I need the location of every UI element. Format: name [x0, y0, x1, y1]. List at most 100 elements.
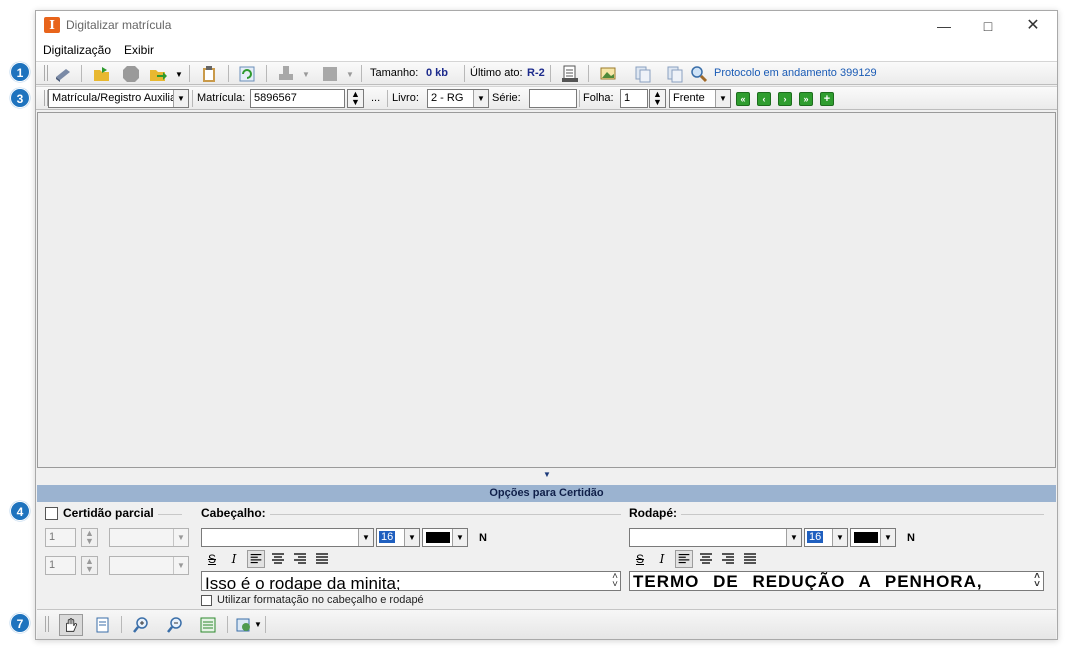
chevron-down-icon[interactable]: ▼	[715, 90, 730, 107]
chevron-down-icon[interactable]: ▼	[786, 529, 801, 546]
parcial-from-select[interactable]: ▼	[109, 528, 189, 547]
rodape-size-select[interactable]: 16 ▼	[804, 528, 848, 547]
parcial-to-input[interactable]: 1	[45, 556, 76, 575]
toolbar-separator	[227, 616, 228, 633]
collapse-panel-icon[interactable]: ▼	[543, 470, 551, 479]
previous-page-button[interactable]: ‹	[757, 92, 771, 106]
export-dropdown-arrow[interactable]: ▼	[175, 70, 183, 79]
tipo-select[interactable]: Matrícula/Registro Auxiliar ▼	[48, 89, 189, 108]
toolbar-separator	[464, 65, 465, 82]
hand-pan-icon[interactable]	[59, 614, 83, 636]
scan-icon[interactable]	[54, 65, 72, 83]
rodape-align-right-icon[interactable]	[719, 550, 737, 568]
cabecalho-size-value: 16	[379, 531, 396, 543]
stop-icon[interactable]	[122, 65, 140, 83]
toolbar-separator	[265, 616, 266, 633]
last-page-button[interactable]: »	[799, 92, 813, 106]
livro-select[interactable]: 2 - RG ▼	[427, 89, 489, 108]
parcial-to-spinner[interactable]: ▲ ▼	[81, 556, 98, 575]
cabecalho-text-input[interactable]: Isso é o rodape da minita; ˄ ˅	[201, 571, 621, 591]
copy-pages-icon[interactable]	[634, 65, 652, 83]
close-button[interactable]: ✕	[1018, 15, 1048, 37]
toolbar-separator	[121, 616, 122, 633]
image-settings-dropdown-arrow[interactable]: ▼	[254, 620, 262, 629]
document-viewer[interactable]	[37, 112, 1056, 468]
cabecalho-size-select[interactable]: 16 ▼	[376, 528, 420, 547]
rodape-bold-icon[interactable]: N	[902, 529, 920, 547]
chevron-down-icon[interactable]: ▼	[452, 529, 467, 546]
rodape-italic-icon[interactable]: I	[653, 550, 671, 568]
toolbar-grip[interactable]	[45, 616, 49, 632]
stamp-icon[interactable]	[277, 65, 295, 83]
lado-select[interactable]: Frente ▼	[669, 89, 731, 108]
chevron-down-icon[interactable]: ▼	[173, 90, 188, 107]
image-icon[interactable]	[599, 65, 617, 83]
matricula-spinner[interactable]: ▲ ▼	[347, 89, 364, 108]
chevron-down-icon[interactable]: ▼	[880, 529, 895, 546]
image-settings-icon[interactable]	[235, 616, 253, 634]
refresh-icon[interactable]	[238, 65, 256, 83]
zoom-out-icon[interactable]	[166, 616, 184, 634]
rodape-justify-icon[interactable]	[741, 550, 759, 568]
protocolo-link[interactable]: Protocolo em andamento 399129	[714, 67, 877, 79]
cabecalho-justify-icon[interactable]	[313, 550, 331, 568]
chevron-down-icon[interactable]: ▼	[173, 529, 188, 546]
rodape-color-select[interactable]: ▼	[850, 528, 896, 547]
rodape-align-center-icon[interactable]	[697, 550, 715, 568]
cabecalho-strikethrough-icon[interactable]: S	[203, 550, 221, 568]
parcial-to-select[interactable]: ▼	[109, 556, 189, 575]
cabecalho-scroll-icon[interactable]: ˄ ˅	[612, 572, 618, 590]
serie-input[interactable]	[529, 89, 577, 108]
record-toolbar: Matrícula/Registro Auxiliar ▼ Matrícula:…	[36, 86, 1057, 110]
rodape-text-input[interactable]: TERMO DE REDUÇÃO A PENHORA, ˄ ˅	[629, 571, 1044, 591]
parcial-from-spinner[interactable]: ▲ ▼	[81, 528, 98, 547]
rodape-align-left-icon[interactable]	[675, 550, 693, 568]
cabecalho-color-select[interactable]: ▼	[422, 528, 468, 547]
page-view-icon[interactable]	[94, 616, 112, 634]
usar-formatacao-checkbox[interactable]	[201, 595, 212, 606]
rodape-font-select[interactable]: ▼	[629, 528, 802, 547]
frame-icon[interactable]	[321, 65, 339, 83]
first-page-button[interactable]: «	[736, 92, 750, 106]
chevron-down-icon[interactable]: ▼	[404, 529, 419, 546]
menu-bar: Digitalização Exibir	[36, 41, 1057, 61]
minimize-button[interactable]: —	[929, 15, 959, 37]
export-icon[interactable]	[149, 65, 167, 83]
cabecalho-align-center-icon[interactable]	[269, 550, 287, 568]
cabecalho-align-right-icon[interactable]	[291, 550, 309, 568]
cabecalho-font-select[interactable]: ▼	[201, 528, 374, 547]
rodape-scroll-icon[interactable]: ˄ ˅	[1034, 572, 1041, 590]
menu-exibir[interactable]: Exibir	[124, 43, 154, 57]
matricula-input[interactable]: 5896567	[250, 89, 345, 108]
chevron-down-icon[interactable]: ▼	[473, 90, 488, 107]
frame-dropdown-arrow[interactable]: ▼	[346, 70, 354, 79]
copy-pages-alt-icon[interactable]	[666, 65, 684, 83]
chevron-down-icon[interactable]: ▼	[832, 529, 847, 546]
menu-digitalizacao[interactable]: Digitalização	[43, 43, 111, 57]
next-page-button[interactable]: ›	[778, 92, 792, 106]
certidao-parcial-checkbox[interactable]	[45, 507, 58, 520]
folha-input[interactable]: 1	[620, 89, 648, 108]
open-folder-icon[interactable]	[93, 65, 111, 83]
cabecalho-align-left-icon[interactable]	[247, 550, 265, 568]
document-list-icon[interactable]	[561, 65, 579, 83]
zoom-in-icon[interactable]	[132, 616, 150, 634]
matricula-ellipsis-button[interactable]: ...	[371, 92, 380, 104]
callout-badge-1: 1	[10, 62, 30, 82]
clipboard-icon[interactable]	[200, 65, 218, 83]
search-icon[interactable]	[690, 65, 708, 83]
rodape-strikethrough-icon[interactable]: S	[631, 550, 649, 568]
parcial-from-input[interactable]: 1	[45, 528, 76, 547]
add-page-button[interactable]: +	[820, 92, 834, 106]
chevron-down-icon[interactable]: ▼	[358, 529, 373, 546]
maximize-button[interactable]: □	[973, 15, 1003, 37]
folha-spinner[interactable]: ▲ ▼	[649, 89, 666, 108]
callout-badge-7: 7	[10, 613, 30, 633]
cabecalho-bold-icon[interactable]: N	[474, 529, 492, 547]
toolbar-grip[interactable]	[44, 65, 48, 81]
chevron-down-icon[interactable]: ▼	[173, 557, 188, 574]
cabecalho-italic-icon[interactable]: I	[225, 550, 243, 568]
cabecalho-text-value: Isso é o rodape da minita;	[205, 574, 401, 591]
fit-width-icon[interactable]	[199, 616, 217, 634]
stamp-dropdown-arrow[interactable]: ▼	[302, 70, 310, 79]
